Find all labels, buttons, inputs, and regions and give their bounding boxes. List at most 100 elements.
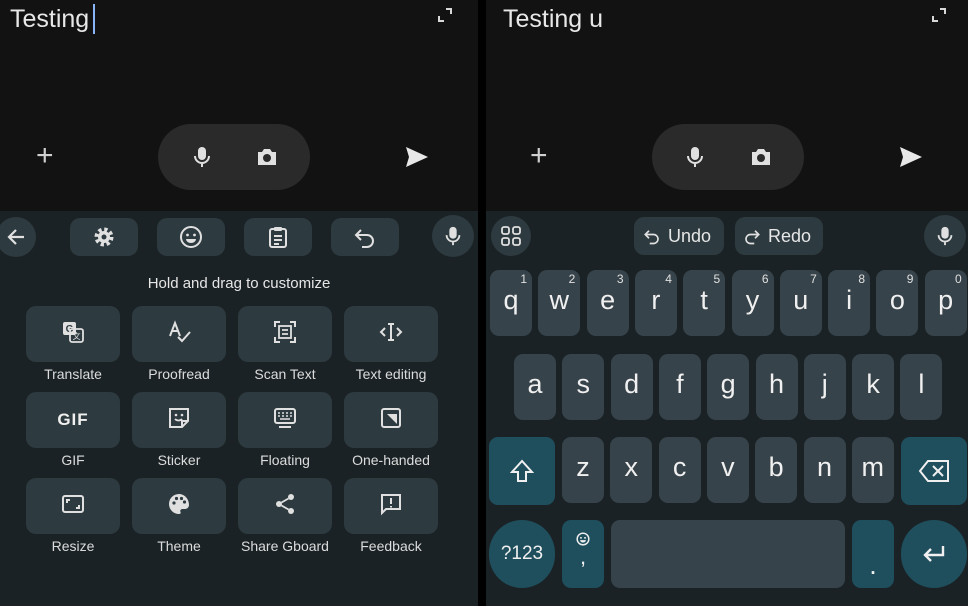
key-l[interactable]: l <box>900 354 943 420</box>
floating-tile[interactable] <box>238 392 332 448</box>
key-letter: v <box>721 452 735 482</box>
key-letter: r <box>651 285 661 315</box>
key-letter: y <box>745 285 760 315</box>
key-d[interactable]: d <box>610 354 653 420</box>
redo-chip[interactable]: Redo <box>735 217 823 255</box>
key-letter: u <box>793 285 809 315</box>
emoji-comma-key[interactable]: , <box>562 520 604 588</box>
camera-icon[interactable] <box>749 145 773 169</box>
key-n[interactable]: n <box>803 437 846 503</box>
undo-icon <box>644 230 659 245</box>
share-gboard-tile[interactable] <box>238 478 332 534</box>
expand-icon[interactable] <box>932 8 946 22</box>
backspace-icon <box>918 460 949 482</box>
expand-icon[interactable] <box>438 8 452 22</box>
key-a[interactable]: a <box>514 354 556 420</box>
emoji-button[interactable] <box>157 218 225 256</box>
theme-label: Theme <box>157 538 201 554</box>
key-x[interactable]: x <box>610 437 653 503</box>
symbols-key[interactable]: ?123 <box>489 520 555 588</box>
add-attachment-icon[interactable]: + <box>530 141 548 171</box>
send-icon[interactable] <box>899 146 923 168</box>
resize-label: Resize <box>51 538 95 554</box>
space-key[interactable] <box>611 520 845 588</box>
shift-arrow-icon <box>510 459 534 482</box>
key-o[interactable]: o9 <box>876 270 919 336</box>
back-button[interactable] <box>0 217 36 257</box>
scan-text-icon <box>274 321 296 343</box>
enter-key[interactable] <box>901 520 967 588</box>
key-letter: l <box>918 369 925 399</box>
palette-icon <box>169 494 189 514</box>
key-letter: q <box>503 285 519 315</box>
redo-label: Redo <box>768 226 812 246</box>
key-b[interactable]: b <box>755 437 798 503</box>
key-j[interactable]: j <box>803 354 846 420</box>
key-letter: e <box>600 285 616 315</box>
key-q[interactable]: q1 <box>490 270 532 336</box>
feedback-tile[interactable] <box>344 478 438 534</box>
key-letter: h <box>768 369 785 399</box>
key-c[interactable]: c <box>658 437 701 503</box>
feedback-label: Feedback <box>360 538 422 554</box>
key-z[interactable]: z <box>562 437 604 503</box>
settings-button[interactable] <box>70 218 138 256</box>
share-icon <box>276 494 294 514</box>
send-icon[interactable] <box>405 146 429 168</box>
voice-input-button[interactable] <box>924 215 966 257</box>
customize-hint: Hold and drag to customize <box>147 275 331 292</box>
key-letter: f <box>676 369 684 399</box>
undo-chip[interactable]: Undo <box>634 217 724 255</box>
key-hint-number: 0 <box>955 272 962 286</box>
undo-button[interactable] <box>331 218 399 256</box>
resize-icon <box>62 495 84 513</box>
message-input[interactable]: Testing <box>10 4 96 34</box>
microphone-icon[interactable] <box>683 145 707 169</box>
clipboard-button[interactable] <box>244 218 312 256</box>
comma-glyph: , <box>579 544 587 569</box>
theme-tile[interactable] <box>132 478 226 534</box>
shift-key[interactable] <box>489 437 555 505</box>
text-editing-tile[interactable] <box>344 306 438 362</box>
key-p[interactable]: p0 <box>924 270 967 336</box>
key-f[interactable]: f <box>658 354 701 420</box>
input-text: Testing <box>10 5 90 33</box>
key-m[interactable]: m <box>851 437 894 503</box>
key-e[interactable]: e3 <box>586 270 629 336</box>
key-hint-number: 7 <box>810 272 817 286</box>
scan-text-tile[interactable] <box>238 306 332 362</box>
key-t[interactable]: t5 <box>683 270 726 336</box>
backspace-key[interactable] <box>901 437 967 505</box>
key-y[interactable]: y6 <box>731 270 774 336</box>
resize-tile[interactable] <box>26 478 120 534</box>
proofread-tile[interactable] <box>132 306 226 362</box>
key-u[interactable]: u7 <box>779 270 822 336</box>
emoji-icon <box>180 226 202 248</box>
gif-tile[interactable]: GIF <box>26 392 120 448</box>
apps-grid-button[interactable] <box>491 216 531 256</box>
one-handed-tile[interactable] <box>344 392 438 448</box>
key-s[interactable]: s <box>562 354 605 420</box>
camera-icon[interactable] <box>255 145 279 169</box>
settings-icon <box>94 227 114 247</box>
key-k[interactable]: k <box>852 354 895 420</box>
key-i[interactable]: i8 <box>828 270 871 336</box>
period-key[interactable]: . <box>852 520 894 588</box>
microphone-icon <box>937 226 953 246</box>
key-v[interactable]: v <box>706 437 749 503</box>
voice-input-button[interactable] <box>432 215 474 257</box>
voice-camera-pill <box>158 124 310 190</box>
microphone-icon[interactable] <box>190 145 214 169</box>
scan-text-label: Scan Text <box>254 366 316 382</box>
key-g[interactable]: g <box>707 354 750 420</box>
add-attachment-icon[interactable]: + <box>36 141 54 171</box>
key-r[interactable]: r4 <box>634 270 677 336</box>
translate-tile[interactable]: G文 <box>26 306 120 362</box>
key-h[interactable]: h <box>755 354 798 420</box>
key-letter: p <box>938 285 954 315</box>
microphone-icon <box>445 226 461 246</box>
message-input[interactable]: Testing u <box>503 4 603 34</box>
key-w[interactable]: w2 <box>538 270 581 336</box>
sticker-tile[interactable] <box>132 392 226 448</box>
redo-icon <box>745 230 760 245</box>
